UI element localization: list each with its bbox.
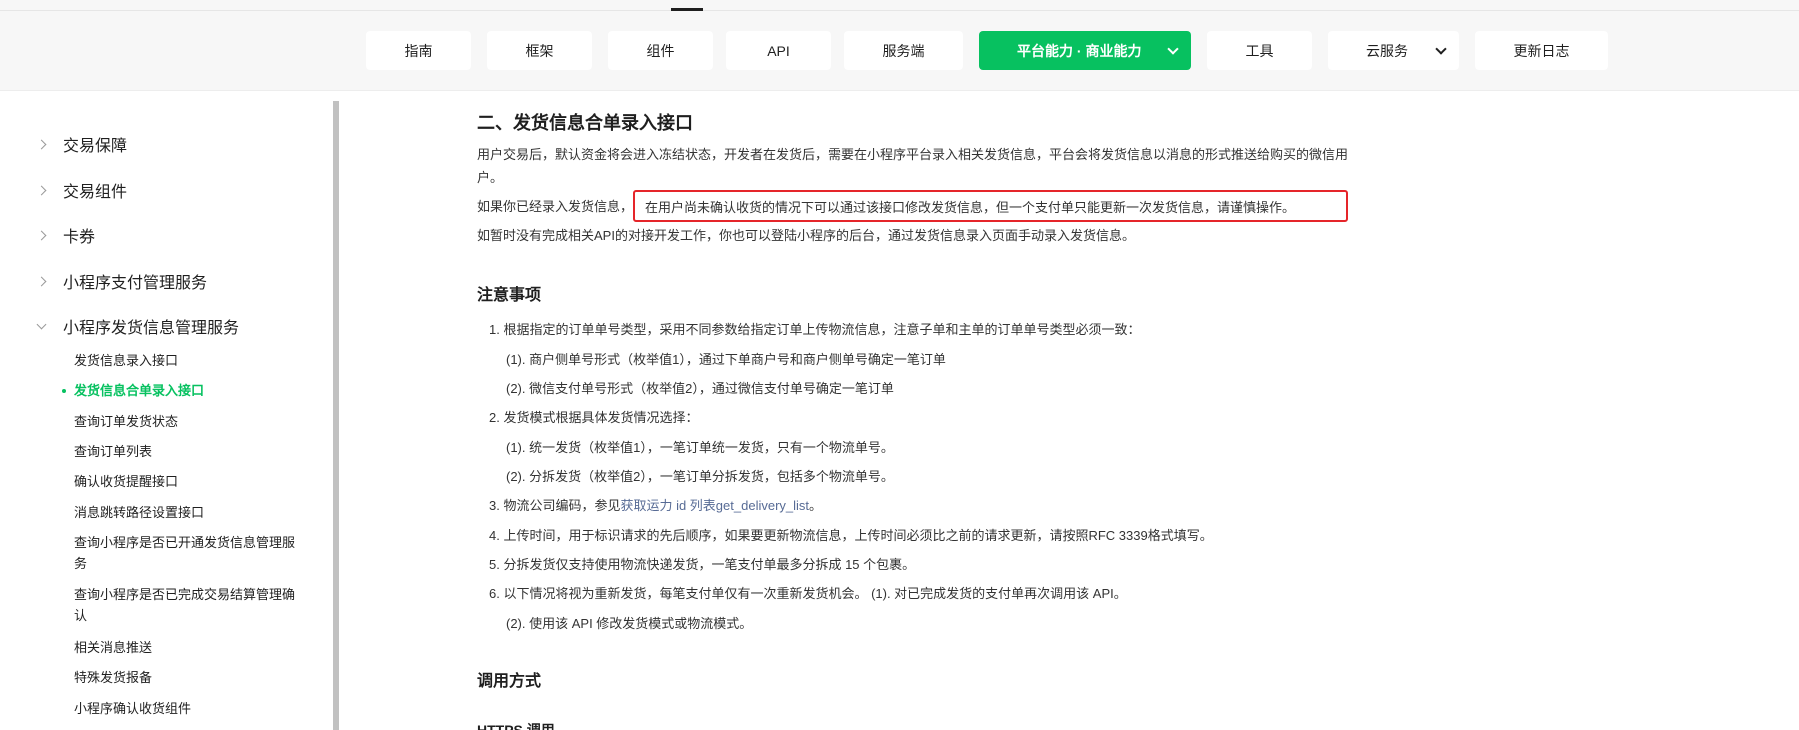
nav-platform-capability-label: 平台能力 · 商业能力 <box>1017 42 1142 59</box>
sidebar-section-label: 小程序支付管理服务 <box>63 275 208 292</box>
sidebar: 交易保障 交易组件 卡券 小程序支付管理服务 小程序发货信息管理服务 发货信息录… <box>0 91 340 730</box>
sidebar-item-shipping-entry[interactable]: 发货信息录入接口 <box>74 350 314 371</box>
section-heading-notes: 注意事项 <box>477 287 542 304</box>
note-subitem-1b: (2). 微信支付单号形式（枚举值2），通过微信支付单号确定一笔订单 <box>506 381 894 396</box>
sidebar-item-label: 特殊发货报备 <box>74 670 153 685</box>
note-item-6: 6. 以下情况将视为重新发货，每笔支付单仅有一次重新发货机会。 (1). 对已完… <box>489 586 1127 601</box>
note-item-3-text: 3. 物流公司编码，参见 <box>489 498 621 513</box>
sidebar-section-label: 交易组件 <box>63 184 128 201</box>
header-active-indicator <box>671 8 703 11</box>
top-navigation: 指南 框架 组件 API 服务端 平台能力 · 商业能力 工具 云服务 更新日志 <box>0 0 1799 91</box>
note-item-3-suffix: 。 <box>809 498 823 513</box>
chevron-right-icon <box>36 276 47 286</box>
intro-line-4: 如暂时没有完成相关API的对接开发工作，你也可以登陆小程序的后台，通过发货信息录… <box>477 228 1135 243</box>
sidebar-item-query-order-list[interactable]: 查询订单列表 <box>74 441 314 462</box>
intro-prefix: 如果你已经录入发货信息， <box>477 199 634 214</box>
chevron-down-icon <box>36 319 47 329</box>
note-subitem-2b: (2). 分拆发货（枚举值2），一笔订单分拆发货，包括多个物流单号。 <box>506 469 894 484</box>
page-title: 二、发货信息合单录入接口 <box>477 113 693 133</box>
sidebar-item-label: 查询小程序是否已开通发货信息管理服务 <box>74 535 296 571</box>
sidebar-item-special-shipping-report[interactable]: 特殊发货报备 <box>74 667 314 688</box>
intro-line-1: 用户交易后，默认资金将会进入冻结状态，开发者在发货后，需要在小程序平台录入相关发… <box>477 147 1349 162</box>
note-subitem-2a: (1). 统一发货（枚举值1），一笔订单统一发货，只有一个物流单号。 <box>506 440 894 455</box>
sidebar-item-combined-shipping-entry[interactable]: 发货信息合单录入接口 <box>62 380 314 401</box>
section-heading-https: HTTPS 调用 <box>477 722 555 730</box>
sidebar-section-label: 交易保障 <box>63 138 128 155</box>
sidebar-item-label: 消息跳转路径设置接口 <box>74 505 205 520</box>
nav-changelog-label: 更新日志 <box>1513 42 1570 59</box>
nav-components[interactable]: 组件 <box>608 31 713 70</box>
sidebar-item-label: 小程序确认收货组件 <box>74 701 192 716</box>
nav-changelog[interactable]: 更新日志 <box>1475 31 1608 70</box>
note-item-5: 5. 分拆发货仅支持使用物流快递发货，一笔支付单最多分拆成 15 个包裹。 <box>489 557 916 572</box>
sidebar-item-label: 查询小程序是否已完成交易结算管理确认 <box>74 587 296 623</box>
sidebar-scrollbar[interactable] <box>333 101 339 730</box>
sidebar-section-trade-guarantee[interactable]: 交易保障 <box>36 132 128 156</box>
sidebar-item-label: 确认收货提醒接口 <box>74 474 179 489</box>
sidebar-item-check-settlement-confirmation[interactable]: 查询小程序是否已完成交易结算管理确认 <box>74 584 304 626</box>
note-subitem-6a: (2). 使用该 API 修改发货模式或物流模式。 <box>506 616 753 631</box>
nav-components-label: 组件 <box>646 42 675 59</box>
top-divider <box>0 10 1799 11</box>
note-subitem-1a: (1). 商户侧单号形式（枚举值1），通过下单商户号和商户侧单号确定一笔订单 <box>506 352 946 367</box>
nav-server[interactable]: 服务端 <box>844 31 963 70</box>
nav-framework-label: 框架 <box>525 42 554 59</box>
note-item-2: 2. 发货模式根据具体发货情况选择： <box>489 410 699 425</box>
note-item-4: 4. 上传时间，用于标识请求的先后顺序，如果要更新物流信息，上传时间必须比之前的… <box>489 528 1213 543</box>
section-heading-call: 调用方式 <box>477 673 542 690</box>
sidebar-item-label: 发货信息合单录入接口 <box>74 383 205 398</box>
sidebar-item-check-shipping-service[interactable]: 查询小程序是否已开通发货信息管理服务 <box>74 532 304 574</box>
nav-framework[interactable]: 框架 <box>487 31 592 70</box>
sidebar-item-label: 相关消息推送 <box>74 640 153 655</box>
sidebar-item-receipt-component[interactable]: 小程序确认收货组件 <box>74 698 314 719</box>
intro-line-2: 户。 <box>477 170 504 185</box>
chevron-right-icon <box>36 185 47 195</box>
sidebar-section-label: 卡券 <box>63 229 96 246</box>
active-dot-icon <box>62 389 66 393</box>
sidebar-item-label: 发货信息录入接口 <box>74 353 179 368</box>
sidebar-item-message-push[interactable]: 相关消息推送 <box>74 637 314 658</box>
highlighted-note: 在用户尚未确认收货的情况下可以通过该接口修改发货信息，但一个支付单只能更新一次发… <box>645 200 1296 215</box>
nav-tools[interactable]: 工具 <box>1207 31 1312 70</box>
chevron-right-icon <box>36 139 47 149</box>
chevron-right-icon <box>36 230 47 240</box>
nav-guide-label: 指南 <box>404 42 433 59</box>
nav-api[interactable]: API <box>726 31 831 70</box>
note-item-3: 3. 物流公司编码，参见获取运力 id 列表get_delivery_list。 <box>489 495 822 514</box>
sidebar-item-receipt-reminder[interactable]: 确认收货提醒接口 <box>74 471 314 492</box>
sidebar-section-coupon[interactable]: 卡券 <box>36 223 96 247</box>
sidebar-item-query-shipping-status[interactable]: 查询订单发货状态 <box>74 411 314 432</box>
sidebar-item-label: 查询订单列表 <box>74 444 153 459</box>
nav-cloud-service-label: 云服务 <box>1366 42 1408 59</box>
sidebar-section-label: 小程序发货信息管理服务 <box>63 320 240 337</box>
chevron-down-icon[interactable] <box>1167 31 1179 70</box>
note-item-1: 1. 根据指定的订单单号类型，采用不同参数给指定订单上传物流信息，注意子单和主单… <box>489 322 1141 337</box>
nav-guide[interactable]: 指南 <box>366 31 471 70</box>
sidebar-item-label: 查询订单发货状态 <box>74 414 179 429</box>
nav-tools-label: 工具 <box>1245 42 1274 59</box>
delivery-list-link[interactable]: 获取运力 id 列表get_delivery_list <box>620 498 809 513</box>
sidebar-item-message-jump-path[interactable]: 消息跳转路径设置接口 <box>74 502 314 523</box>
sidebar-section-payment-management[interactable]: 小程序支付管理服务 <box>36 269 208 293</box>
nav-platform-capability[interactable]: 平台能力 · 商业能力 <box>979 31 1191 70</box>
nav-api-label: API <box>767 42 790 59</box>
chevron-down-icon[interactable] <box>1435 31 1447 70</box>
nav-cloud-service[interactable]: 云服务 <box>1328 31 1459 70</box>
nav-server-label: 服务端 <box>882 42 925 59</box>
sidebar-section-trade-component[interactable]: 交易组件 <box>36 178 128 202</box>
sidebar-section-shipping-management[interactable]: 小程序发货信息管理服务 <box>36 314 240 338</box>
